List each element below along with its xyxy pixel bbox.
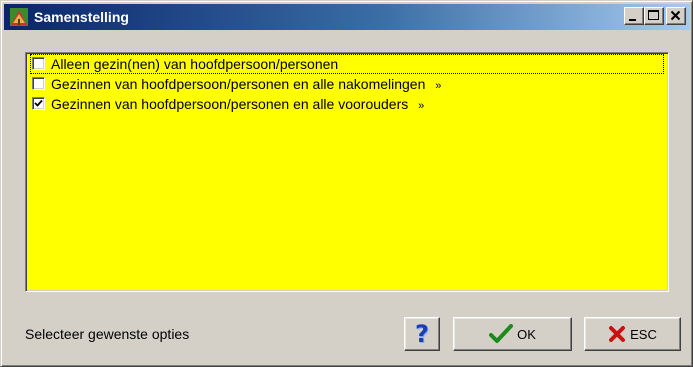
more-chevron-icon[interactable]: » (418, 100, 424, 112)
more-chevron-icon[interactable]: » (435, 80, 441, 92)
checkmark-icon (34, 99, 43, 107)
minimize-button[interactable] (624, 7, 644, 25)
option-label-2: Gezinnen van hoofdpersoon/personen en al… (51, 96, 425, 112)
red-x-icon (609, 326, 626, 342)
option-checkbox-1[interactable] (32, 77, 45, 90)
ok-label: OK (517, 326, 536, 342)
close-icon (670, 10, 681, 21)
option-label-0: Alleen gezin(nen) van hoofdpersoon/perso… (51, 56, 339, 72)
minimize-icon (629, 19, 636, 21)
family-tree-icon (10, 8, 28, 26)
esc-label: ESC (630, 326, 657, 342)
help-button[interactable]: ? (404, 317, 440, 351)
ok-button[interactable]: OK (453, 317, 572, 351)
option-checkbox-0[interactable] (32, 57, 45, 70)
help-question-icon: ? (415, 320, 429, 348)
option-row-0[interactable]: Alleen gezin(nen) van hoofdpersoon/perso… (30, 54, 664, 74)
maximize-button[interactable] (644, 7, 664, 25)
maximize-icon (648, 10, 659, 20)
window-title: Samenstelling (34, 9, 129, 25)
window-controls (624, 7, 686, 25)
status-text: Selecteer gewenste opties (25, 326, 190, 342)
options-listbox[interactable]: Alleen gezin(nen) van hoofdpersoon/perso… (25, 52, 669, 292)
close-button[interactable] (666, 7, 686, 25)
option-checkbox-2[interactable] (32, 97, 45, 110)
title-bar[interactable]: Samenstelling (4, 4, 690, 30)
samenstelling-dialog: Samenstelling Alleen gezin(nen) van hoof… (0, 0, 693, 367)
esc-button[interactable]: ESC (584, 317, 681, 351)
option-label-1: Gezinnen van hoofdpersoon/personen en al… (51, 76, 442, 92)
green-checkmark-icon (489, 324, 514, 343)
